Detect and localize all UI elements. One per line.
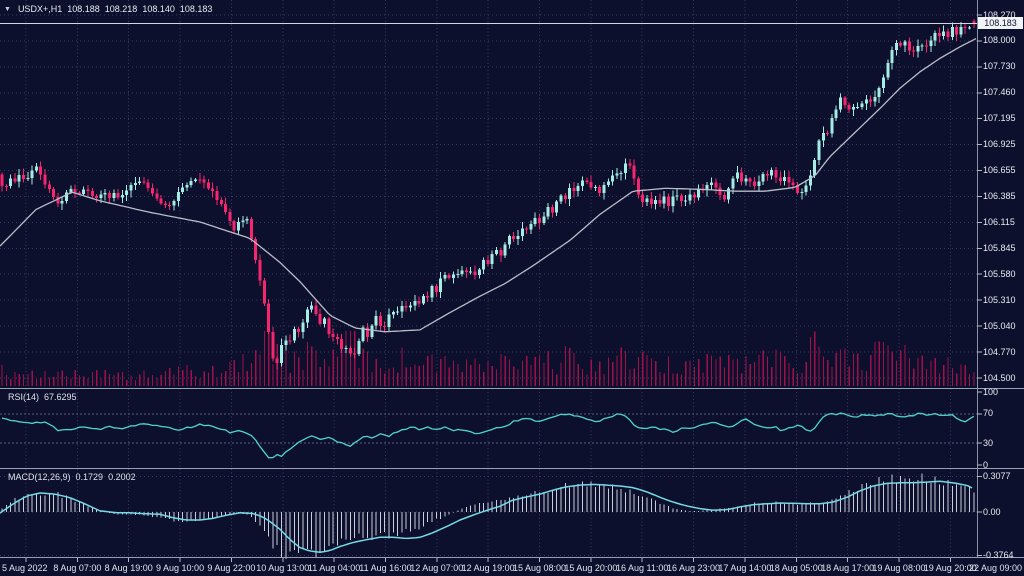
time-tick-label: 9 Aug 10:00 <box>156 563 204 573</box>
last-price-tag: 108.183 <box>978 17 1023 29</box>
price-tick-label: 104.770 <box>983 347 1016 357</box>
rsi-name: RSI(14) <box>8 392 39 402</box>
macd-signal-value: 0.2002 <box>108 472 136 482</box>
pane-splitter-rsi[interactable] <box>0 386 1024 392</box>
time-tick-label: 11 Aug 16:00 <box>359 563 411 573</box>
chart-canvas[interactable] <box>0 0 1024 576</box>
time-tick-label: 8 Aug 07:00 <box>53 563 101 573</box>
price-tick-label: 107.460 <box>983 87 1016 97</box>
time-tick-label: 19 Aug 08:00 <box>872 563 925 573</box>
time-tick-label: 18 Aug 17:00 <box>821 563 874 573</box>
price-tick-label: 105.580 <box>983 269 1016 279</box>
pane-splitter-macd[interactable] <box>0 466 1024 472</box>
ohlc-close: 108.183 <box>180 4 213 14</box>
price-tick-label: 106.115 <box>983 217 1015 227</box>
time-tick-label: 22 Aug 09:00 <box>969 563 1022 573</box>
price-tick-label: 105.845 <box>983 243 1016 253</box>
ohlc-open: 108.188 <box>67 4 100 14</box>
time-tick-label: 11 Aug 04:00 <box>308 563 360 573</box>
rsi-level-label: 30 <box>983 438 993 448</box>
macd-name: MACD(12,26,9) <box>8 472 71 482</box>
price-tick-label: 107.195 <box>983 113 1016 123</box>
time-tick-label: 18 Aug 05:00 <box>770 563 823 573</box>
ohlc-low: 108.140 <box>142 4 175 14</box>
time-tick-label: 12 Aug 07:00 <box>410 563 463 573</box>
time-tick-label: 15 Aug 08:00 <box>513 563 566 573</box>
time-tick-label: 9 Aug 22:00 <box>207 563 255 573</box>
rsi-value: 67.6295 <box>44 392 77 402</box>
price-tick-label: 104.500 <box>983 373 1016 383</box>
chart-ohlc-header: ▼ USDX+,H1 108.188 108.218 108.140 108.1… <box>4 4 212 14</box>
time-tick-label: 17 Aug 14:00 <box>718 563 771 573</box>
rsi-level-label: 70 <box>983 408 993 418</box>
time-tick-label: 15 Aug 20:00 <box>564 563 617 573</box>
symbol-timeframe-label: USDX+,H1 <box>18 4 62 14</box>
price-tick-label: 108.000 <box>983 35 1016 45</box>
trading-chart-window: ▼ USDX+,H1 108.188 108.218 108.140 108.1… <box>0 0 1024 576</box>
macd-level-label: 0.3077 <box>983 471 1011 481</box>
price-tick-label: 107.730 <box>983 61 1016 71</box>
ohlc-high: 108.218 <box>105 4 138 14</box>
time-tick-label: 16 Aug 11:00 <box>616 563 668 573</box>
time-tick-label: 10 Aug 13:00 <box>256 563 309 573</box>
macd-level-label: -0.3764 <box>983 550 1014 560</box>
time-tick-label: 8 Aug 19:00 <box>105 563 153 573</box>
symbol-dropdown-icon[interactable]: ▼ <box>4 6 11 13</box>
macd-level-label: 0.00 <box>983 507 1001 517</box>
macd-main-value: 0.1729 <box>76 472 104 482</box>
rsi-indicator-label: RSI(14) 67.6295 <box>8 392 77 402</box>
price-tick-label: 105.040 <box>983 321 1016 331</box>
price-tick-label: 106.385 <box>983 191 1016 201</box>
time-tick-label: 16 Aug 23:00 <box>667 563 720 573</box>
price-tick-label: 105.310 <box>983 295 1016 305</box>
macd-indicator-label: MACD(12,26,9) 0.1729 0.2002 <box>8 472 136 482</box>
price-tick-label: 106.655 <box>983 165 1016 175</box>
price-tick-label: 106.925 <box>983 139 1016 149</box>
time-tick-label: 12 Aug 19:00 <box>462 563 515 573</box>
time-tick-label: 5 Aug 2022 <box>2 563 48 573</box>
